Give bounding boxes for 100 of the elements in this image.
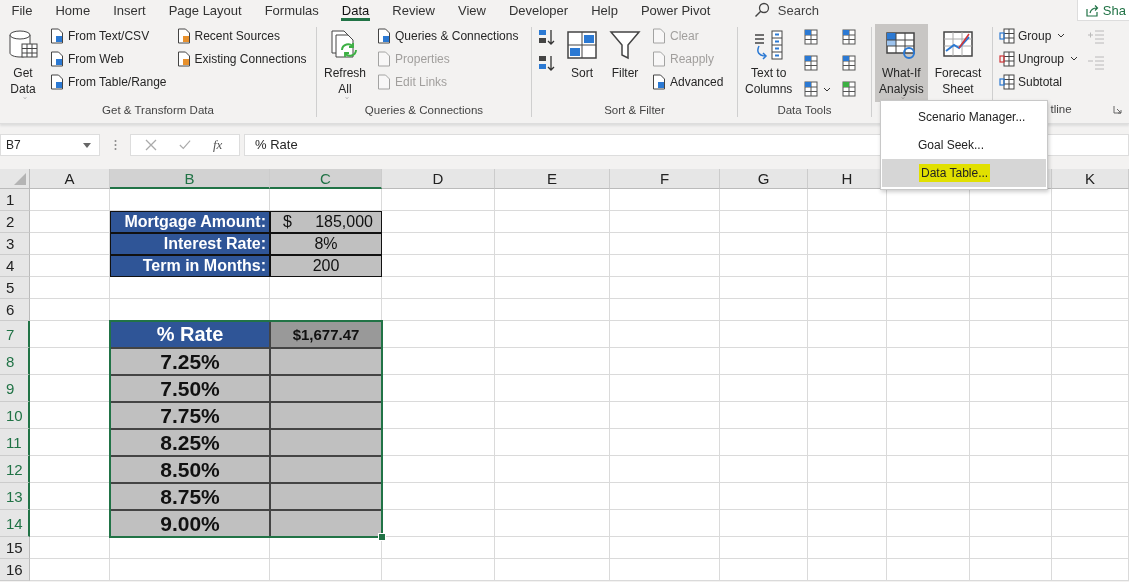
ribbon-tab[interactable]: Page Layout	[157, 0, 254, 20]
table-cell: 7.25%	[110, 348, 270, 375]
sort-button[interactable]: Sort	[562, 24, 602, 102]
column-header[interactable]: A	[30, 169, 110, 189]
table-cell: 8.25%	[110, 429, 270, 456]
row-header[interactable]: 9	[0, 375, 30, 402]
refresh-button[interactable]: Refresh All	[320, 24, 371, 102]
row-header[interactable]: 12	[0, 456, 30, 483]
ribbon-button[interactable]: From Web	[46, 47, 170, 70]
grid-icon	[999, 50, 1015, 67]
database-icon	[7, 29, 39, 61]
ribbon-tab[interactable]: Developer	[497, 0, 580, 20]
column-header[interactable]: F	[610, 169, 720, 189]
group-label: Sort & Filter	[604, 104, 665, 116]
ribbon-button[interactable]: Ungroup	[996, 47, 1082, 70]
share-icon	[1085, 3, 1099, 17]
row-header[interactable]: 5	[0, 277, 30, 299]
document-icon	[49, 50, 65, 67]
indent-icon	[1087, 54, 1106, 72]
text-to-columns-button[interactable]: Text to Columns	[741, 24, 797, 102]
ribbon-tab[interactable]: Data	[330, 0, 381, 20]
row-header[interactable]: 6	[0, 299, 30, 321]
check-icon[interactable]	[179, 139, 191, 151]
row-header[interactable]: 15	[0, 537, 30, 559]
more-icon	[114, 139, 117, 151]
row-header[interactable]: 8	[0, 348, 30, 375]
grid-icon	[840, 80, 859, 98]
search-icon	[753, 2, 770, 18]
insert-function-button[interactable]: fx	[213, 137, 223, 153]
column-header[interactable]: D	[382, 169, 495, 189]
database-button[interactable]: Get Data	[3, 24, 43, 102]
document-icon	[376, 50, 393, 67]
filter-button[interactable]: Filter	[605, 24, 645, 102]
ribbon-button[interactable]: Recent Sources	[172, 24, 310, 47]
row-header[interactable]: 4	[0, 255, 30, 277]
table-cell: 200	[270, 255, 382, 277]
table-cell: 7.50%	[110, 375, 270, 402]
search-field[interactable]: Search	[753, 2, 819, 18]
sort-icon	[566, 29, 598, 61]
column-header[interactable]: G	[720, 169, 808, 189]
ribbon-tab[interactable]: View	[446, 0, 498, 20]
row-header[interactable]: 2	[0, 211, 30, 233]
menu-item[interactable]: Data Table...	[882, 159, 1046, 187]
document-icon	[651, 50, 667, 67]
grid-icon	[802, 54, 821, 72]
column-header[interactable]: E	[495, 169, 610, 189]
ribbon-button[interactable]: From Text/CSV	[46, 24, 170, 47]
ribbon-tab[interactable]: Help	[579, 0, 630, 20]
indent-icon	[1087, 28, 1106, 46]
table-cell: % Rate	[110, 321, 270, 348]
row-header[interactable]: 10	[0, 402, 30, 429]
ribbon-button[interactable]: Advanced	[648, 70, 727, 93]
text-to-columns-icon	[752, 29, 785, 61]
ribbon-button[interactable]: From Table/Range	[46, 70, 170, 93]
caret-icon	[83, 142, 91, 148]
ribbon-button[interactable]: Subtotal	[996, 70, 1082, 93]
document-icon	[175, 27, 192, 44]
ribbon-button[interactable]: Group	[996, 24, 1082, 47]
fill-handle[interactable]	[378, 533, 386, 541]
column-header[interactable]: C	[270, 169, 382, 189]
currency-sign: $	[283, 213, 292, 231]
table-cell: 7.75%	[110, 402, 270, 429]
column-header[interactable]: K	[1052, 169, 1129, 189]
column-header[interactable]: B	[110, 169, 270, 189]
row-header[interactable]: 3	[0, 233, 30, 255]
ribbon-tab[interactable]: Home	[43, 0, 102, 20]
ribbon-button[interactable]: Existing Connections	[172, 47, 310, 70]
caret-icon	[823, 86, 832, 92]
ribbon-tab[interactable]: File	[0, 0, 44, 20]
grid-icon	[999, 73, 1015, 90]
table-cell: 9.00%	[110, 510, 270, 537]
row-header[interactable]: 13	[0, 483, 30, 510]
ribbon-tab[interactable]: Review	[380, 0, 447, 20]
ribbon-tab[interactable]: Power Pivot	[629, 0, 722, 20]
row-header[interactable]: 1	[0, 189, 30, 211]
share-button[interactable]: Sha	[1076, 0, 1129, 21]
launcher-icon[interactable]	[1113, 105, 1122, 114]
row-header[interactable]: 7	[0, 321, 30, 348]
ribbon-tab[interactable]: Formulas	[253, 0, 331, 20]
grid-icon	[840, 54, 859, 72]
what-if-button[interactable]: What-If Analysis	[875, 24, 928, 102]
table-icon	[885, 29, 918, 61]
document-icon	[175, 50, 192, 67]
row-header[interactable]: 14	[0, 510, 30, 537]
group-label: Data Tools	[777, 104, 832, 116]
group-label: Get & Transform Data	[102, 104, 214, 116]
menu-item[interactable]: Scenario Manager...	[881, 103, 1047, 131]
table-cell: 8.75%	[110, 483, 270, 510]
close-icon[interactable]	[145, 139, 157, 151]
grid-icon	[802, 80, 821, 98]
name-box[interactable]: B7	[0, 134, 100, 156]
row-header[interactable]: 11	[0, 429, 30, 456]
ribbon-tab[interactable]: Insert	[101, 0, 158, 20]
menu-item[interactable]: Goal Seek...	[881, 131, 1047, 159]
filter-icon	[609, 29, 641, 61]
grid-icon	[999, 27, 1015, 44]
ribbon-button[interactable]: Queries & Connections	[373, 24, 522, 47]
row-header[interactable]: 16	[0, 559, 30, 581]
document-icon	[651, 27, 667, 44]
grid-icon	[802, 28, 821, 46]
